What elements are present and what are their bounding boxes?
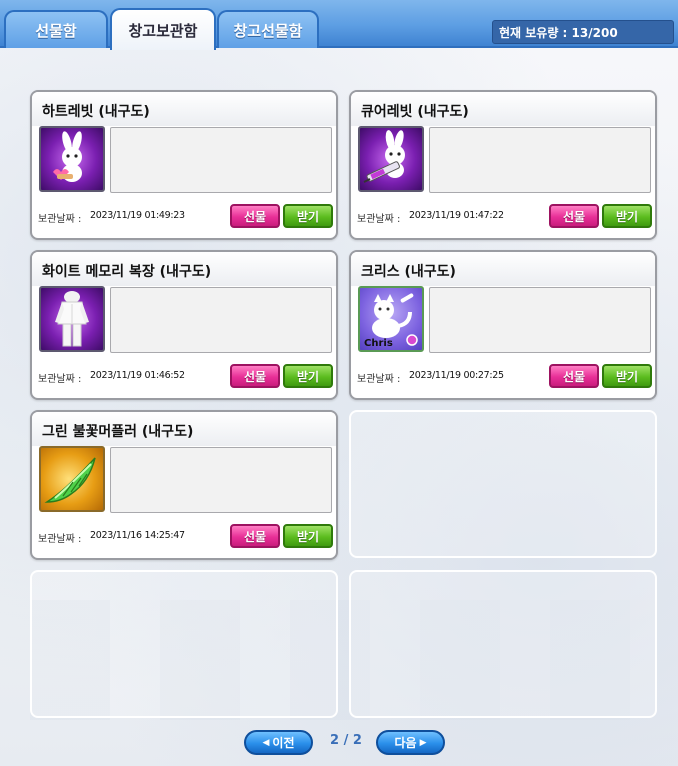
bunny-syringe-icon[interactable]	[358, 126, 424, 192]
gift-button[interactable]: 선물	[230, 524, 280, 548]
green-wing-icon[interactable]	[39, 446, 105, 512]
item-title: 그린 불꽃머플러 (내구도)	[42, 424, 194, 440]
tab-gift-box[interactable]: 선물함	[4, 10, 108, 48]
receive-button[interactable]: 받기	[283, 364, 333, 388]
chevron-left-icon: ◀	[262, 737, 270, 748]
item-card: 크리스 (내구도) Chris 보관날짜 : 2023/11/19 00:27:…	[349, 250, 657, 400]
receive-button[interactable]: 받기	[602, 364, 652, 388]
page-indicator: 2 / 2	[330, 733, 362, 748]
item-title: 큐어레빗 (내구도)	[361, 104, 469, 120]
empty-slot	[30, 570, 338, 718]
gift-button[interactable]: 선물	[549, 364, 599, 388]
tab-storage-gift-box[interactable]: 창고선물함	[217, 10, 319, 48]
gift-button[interactable]: 선물	[230, 204, 280, 228]
storage-date: 2023/11/19 01:47:22	[409, 210, 504, 221]
storage-date: 2023/11/19 01:49:23	[90, 210, 185, 221]
storage-date: 2023/11/19 00:27:25	[409, 370, 504, 381]
item-card: 그린 불꽃머플러 (내구도) 보관날짜 : 2023/11/16 14:25:4…	[30, 410, 338, 560]
prev-page-button[interactable]: ◀ 이전	[244, 730, 313, 755]
date-label: 보관날짜 :	[38, 214, 82, 225]
chris-pet-icon[interactable]: Chris	[358, 286, 424, 352]
chris-icon-label: Chris	[364, 338, 393, 349]
tab-bar: 선물함 창고보관함 창고선물함 현재 보유량 : 13/200	[0, 0, 678, 50]
item-title: 크리스 (내구도)	[361, 264, 456, 280]
item-description-box	[110, 287, 332, 353]
chevron-right-icon: ▶	[419, 737, 427, 748]
item-description-box	[429, 287, 651, 353]
bunny-heart-icon[interactable]	[39, 126, 105, 192]
item-title: 화이트 메모리 복장 (내구도)	[42, 264, 212, 280]
empty-slot	[349, 410, 657, 558]
white-outfit-icon[interactable]	[39, 286, 105, 352]
next-page-button[interactable]: 다음 ▶	[376, 730, 445, 755]
gift-button[interactable]: 선물	[230, 364, 280, 388]
item-card: 화이트 메모리 복장 (내구도) 보관날짜 : 2023/11/19 01:46…	[30, 250, 338, 400]
storage-date: 2023/11/16 14:25:47	[90, 530, 185, 541]
gift-button[interactable]: 선물	[549, 204, 599, 228]
empty-slot	[349, 570, 657, 718]
receive-button[interactable]: 받기	[283, 524, 333, 548]
item-card: 큐어레빗 (내구도) 보관날짜 : 2023/11/19 01:47:22 선물…	[349, 90, 657, 240]
item-description-box	[429, 127, 651, 193]
item-description-box	[110, 447, 332, 513]
item-description-box	[110, 127, 332, 193]
date-label: 보관날짜 :	[357, 374, 401, 385]
date-label: 보관날짜 :	[38, 534, 82, 545]
storage-date: 2023/11/19 01:46:52	[90, 370, 185, 381]
next-label: 다음	[394, 736, 417, 750]
date-label: 보관날짜 :	[38, 374, 82, 385]
item-title: 하트레빗 (내구도)	[42, 104, 150, 120]
item-card: 하트레빗 (내구도) 보관날짜 : 2023/11/19 01:49:23 선물…	[30, 90, 338, 240]
receive-button[interactable]: 받기	[602, 204, 652, 228]
holding-count: 현재 보유량 : 13/200	[492, 20, 674, 44]
prev-label: 이전	[272, 736, 295, 750]
tab-storage-box[interactable]: 창고보관함	[110, 8, 216, 50]
date-label: 보관날짜 :	[357, 214, 401, 225]
receive-button[interactable]: 받기	[283, 204, 333, 228]
